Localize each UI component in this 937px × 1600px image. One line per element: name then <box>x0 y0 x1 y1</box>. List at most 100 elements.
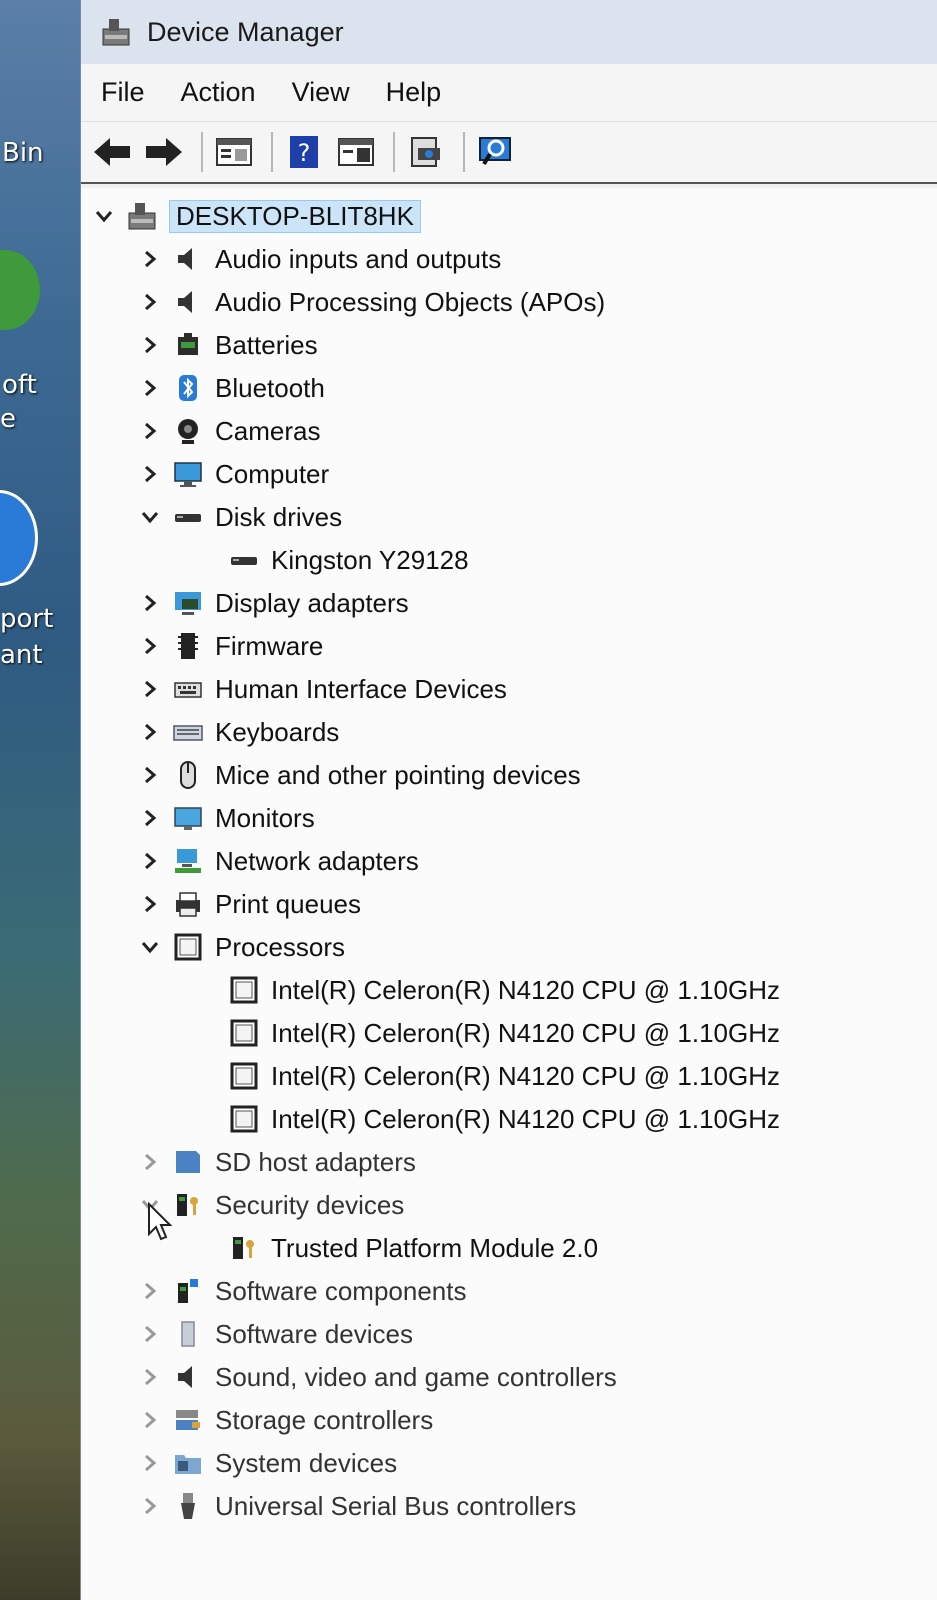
chevron-right-icon[interactable] <box>139 592 161 614</box>
chevron-right-icon[interactable] <box>139 893 161 915</box>
tree-device-intel-r-celeron-r-n4120-cpu-1-10ghz[interactable]: Intel(R) Celeron(R) N4120 CPU @ 1.10GHz <box>227 1056 780 1096</box>
forward-button[interactable] <box>141 130 187 174</box>
chevron-right-icon[interactable] <box>139 850 161 872</box>
chevron-right-icon[interactable] <box>139 1495 161 1517</box>
tree-category-storage-controllers[interactable]: Storage controllers <box>137 1400 433 1440</box>
category-expander[interactable] <box>137 504 163 530</box>
category-expander[interactable] <box>137 375 163 401</box>
category-expander[interactable] <box>137 418 163 444</box>
tree-category-human-interface-devices[interactable]: Human Interface Devices <box>137 669 507 709</box>
category-expander[interactable] <box>137 1493 163 1519</box>
update-driver-button[interactable] <box>403 130 449 174</box>
tree-device-intel-r-celeron-r-n4120-cpu-1-10ghz[interactable]: Intel(R) Celeron(R) N4120 CPU @ 1.10GHz <box>227 1099 780 1139</box>
tree-category-audio-inputs-and-outputs[interactable]: Audio inputs and outputs <box>137 239 501 279</box>
tree-category-firmware[interactable]: Firmware <box>137 626 323 666</box>
chevron-down-icon[interactable] <box>139 936 161 958</box>
tree-category-sound-video-and-game-controllers[interactable]: Sound, video and game controllers <box>137 1357 617 1397</box>
tree-category-computer[interactable]: Computer <box>137 454 329 494</box>
desktop-icon-support[interactable] <box>0 490 38 586</box>
chevron-right-icon[interactable] <box>139 1280 161 1302</box>
category-expander[interactable] <box>137 1321 163 1347</box>
desktop-label-support-2[interactable]: ant <box>0 640 43 670</box>
chevron-right-icon[interactable] <box>139 1409 161 1431</box>
show-hide-console-tree-button[interactable] <box>333 130 379 174</box>
category-expander[interactable] <box>137 1149 163 1175</box>
chevron-right-icon[interactable] <box>139 463 161 485</box>
category-expander[interactable] <box>137 1407 163 1433</box>
title-bar[interactable]: Device Manager <box>81 0 937 64</box>
category-expander[interactable] <box>137 1278 163 1304</box>
category-expander[interactable] <box>137 289 163 315</box>
category-expander[interactable] <box>137 1450 163 1476</box>
desktop-label-microsoft[interactable]: oft <box>2 370 37 400</box>
chevron-right-icon[interactable] <box>139 807 161 829</box>
category-expander[interactable] <box>137 848 163 874</box>
chevron-down-icon[interactable] <box>139 506 161 528</box>
category-expander[interactable] <box>137 891 163 917</box>
desktop-label-support[interactable]: port <box>0 604 53 634</box>
chevron-right-icon[interactable] <box>139 1452 161 1474</box>
chevron-right-icon[interactable] <box>139 678 161 700</box>
tree-category-display-adapters[interactable]: Display adapters <box>137 583 409 623</box>
category-expander[interactable] <box>137 461 163 487</box>
tree-category-disk-drives[interactable]: Disk drives <box>137 497 342 537</box>
back-button[interactable] <box>89 130 135 174</box>
menu-file[interactable]: File <box>101 77 145 108</box>
category-expander[interactable] <box>137 762 163 788</box>
chevron-down-icon[interactable] <box>93 205 115 227</box>
chevron-right-icon[interactable] <box>139 291 161 313</box>
tree-category-software-components[interactable]: Software components <box>137 1271 466 1311</box>
chevron-right-icon[interactable] <box>139 764 161 786</box>
category-expander[interactable] <box>137 1364 163 1390</box>
menu-help[interactable]: Help <box>386 77 442 108</box>
menu-action[interactable]: Action <box>181 77 256 108</box>
category-expander[interactable] <box>137 332 163 358</box>
category-expander[interactable] <box>137 246 163 272</box>
category-expander[interactable] <box>137 633 163 659</box>
category-expander[interactable] <box>137 805 163 831</box>
desktop-icon-edge[interactable] <box>0 250 40 330</box>
tree-category-monitors[interactable]: Monitors <box>137 798 315 838</box>
tree-category-keyboards[interactable]: Keyboards <box>137 712 339 752</box>
tree-category-print-queues[interactable]: Print queues <box>137 884 361 924</box>
menu-view[interactable]: View <box>292 77 350 108</box>
chevron-right-icon[interactable] <box>139 1323 161 1345</box>
usb-icon <box>181 1493 195 1519</box>
tree-root-desktop[interactable]: DESKTOP-BLIT8HK <box>91 196 421 236</box>
tree-category-audio-processing-objects-apos[interactable]: Audio Processing Objects (APOs) <box>137 282 605 322</box>
chevron-right-icon[interactable] <box>139 1366 161 1388</box>
tree-root-label[interactable]: DESKTOP-BLIT8HK <box>169 199 421 233</box>
chevron-right-icon[interactable] <box>139 635 161 657</box>
tree-category-cameras[interactable]: Cameras <box>137 411 320 451</box>
chevron-right-icon[interactable] <box>139 248 161 270</box>
category-expander[interactable] <box>137 719 163 745</box>
chevron-right-icon[interactable] <box>139 1151 161 1173</box>
tree-category-batteries[interactable]: Batteries <box>137 325 318 365</box>
scan-hardware-button[interactable] <box>473 130 519 174</box>
chevron-right-icon[interactable] <box>139 721 161 743</box>
tree-device-intel-r-celeron-r-n4120-cpu-1-10ghz[interactable]: Intel(R) Celeron(R) N4120 CPU @ 1.10GHz <box>227 1013 780 1053</box>
tree-category-system-devices[interactable]: System devices <box>137 1443 397 1483</box>
desktop-label-microsoft-2[interactable]: e <box>0 404 16 434</box>
tree-category-mice-and-other-pointing-devices[interactable]: Mice and other pointing devices <box>137 755 581 795</box>
tree-category-bluetooth[interactable]: Bluetooth <box>137 368 325 408</box>
tree-device-kingston-y29128[interactable]: Kingston Y29128 <box>227 540 469 580</box>
tree-device-trusted-platform-module-2-0[interactable]: Trusted Platform Module 2.0 <box>227 1228 598 1268</box>
help-button[interactable]: ? <box>281 130 327 174</box>
chevron-right-icon[interactable] <box>139 334 161 356</box>
tree-device-intel-r-celeron-r-n4120-cpu-1-10ghz[interactable]: Intel(R) Celeron(R) N4120 CPU @ 1.10GHz <box>227 970 780 1010</box>
category-expander[interactable] <box>137 934 163 960</box>
root-expander[interactable] <box>91 203 117 229</box>
tree-category-processors[interactable]: Processors <box>137 927 345 967</box>
chevron-right-icon[interactable] <box>139 420 161 442</box>
tree-category-sd-host-adapters[interactable]: SD host adapters <box>137 1142 416 1182</box>
tree-category-security-devices[interactable]: Security devices <box>137 1185 404 1225</box>
properties-button[interactable] <box>211 130 257 174</box>
category-expander[interactable] <box>137 676 163 702</box>
category-expander[interactable] <box>137 590 163 616</box>
desktop-label-recycle-bin[interactable]: Bin <box>2 138 44 168</box>
tree-category-software-devices[interactable]: Software devices <box>137 1314 413 1354</box>
tree-category-network-adapters[interactable]: Network adapters <box>137 841 419 881</box>
chevron-right-icon[interactable] <box>139 377 161 399</box>
tree-category-universal-serial-bus-controllers[interactable]: Universal Serial Bus controllers <box>137 1486 576 1526</box>
